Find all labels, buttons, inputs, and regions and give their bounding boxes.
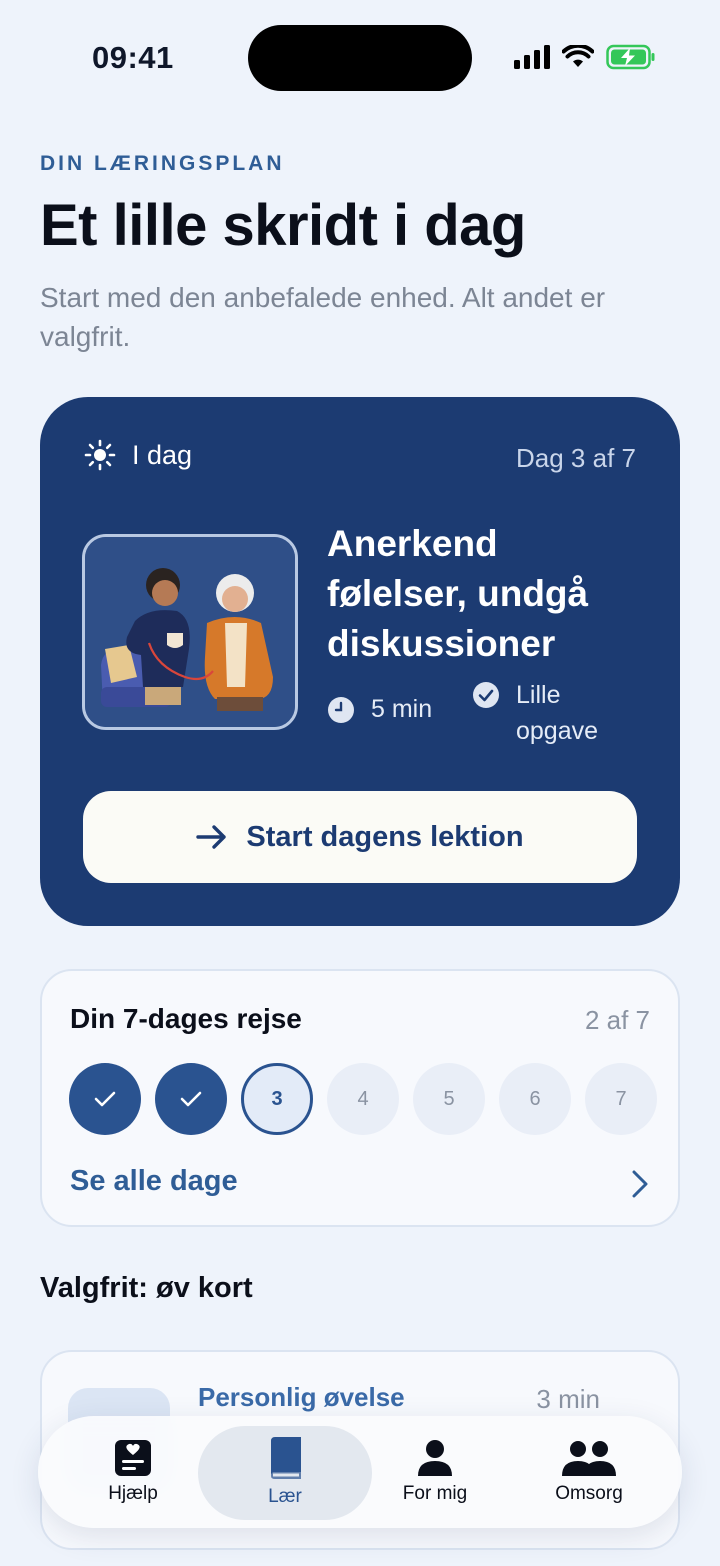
day-4[interactable]: 4 xyxy=(327,1063,399,1135)
dynamic-island xyxy=(248,25,472,91)
day-3-current[interactable]: 3 xyxy=(241,1063,313,1135)
practice-title: Personlig øvelse xyxy=(198,1382,405,1412)
checkmark-icon xyxy=(94,1091,116,1107)
day-2-done[interactable] xyxy=(155,1063,227,1135)
optional-heading: Valgfrit: øv kort xyxy=(40,1272,253,1304)
lesson-task: Lille opgave xyxy=(472,677,636,749)
lesson-title: Anerkend følelser, undgå diskussioner xyxy=(327,523,589,664)
tab-care[interactable]: Omsorg xyxy=(542,1416,636,1528)
lesson-task-text: Lille opgave xyxy=(516,681,599,745)
day-counter: Dag 3 af 7 xyxy=(516,443,636,473)
arrow-right-icon xyxy=(196,825,227,849)
see-all-days-link[interactable]: Se alle dage xyxy=(70,1165,238,1198)
tab-learn-label: Lær xyxy=(268,1486,302,1507)
book-icon xyxy=(271,1437,301,1479)
day-6[interactable]: 6 xyxy=(499,1063,571,1135)
page-subtitle: Start med den anbefalede enhed. Alt ande… xyxy=(40,282,606,352)
checkmark-icon xyxy=(180,1091,202,1107)
plan-eyebrow: DIN LÆRINGSPLAN xyxy=(40,152,285,175)
clock-icon xyxy=(328,696,354,723)
today-lesson-card[interactable]: I dag Dag 3 af 7 Anerkend følelser, undg… xyxy=(40,397,680,926)
day-7[interactable]: 7 xyxy=(585,1063,657,1135)
start-lesson-button[interactable]: Start dagens lektion xyxy=(83,791,637,883)
day-5[interactable]: 5 xyxy=(413,1063,485,1135)
check-circle-icon xyxy=(473,682,499,708)
tab-bar: Hjælp Lær For mig Omsorg xyxy=(38,1416,682,1528)
today-label: I dag xyxy=(132,439,193,470)
status-time: 09:41 xyxy=(92,40,174,75)
day-1-done[interactable] xyxy=(69,1063,141,1135)
tab-help[interactable]: Hjælp xyxy=(90,1416,176,1528)
start-lesson-label: Start dagens lektion xyxy=(246,820,524,853)
cellular-signal-icon xyxy=(514,45,550,69)
journey-card: Din 7-dages rejse 2 af 7 3 4 5 6 7 Se al… xyxy=(40,969,680,1227)
chevron-right-icon[interactable] xyxy=(630,1169,650,1199)
lesson-duration-text: 5 min xyxy=(371,695,433,723)
lesson-duration: 5 min xyxy=(327,695,432,724)
lesson-illustration xyxy=(82,534,298,730)
person-icon xyxy=(418,1440,452,1476)
journey-progress: 2 af 7 xyxy=(584,1005,650,1035)
today-label-row: I dag xyxy=(84,439,192,471)
practice-duration: 3 min xyxy=(536,1384,600,1414)
help-card-icon xyxy=(115,1440,151,1476)
tab-for-me[interactable]: For mig xyxy=(388,1416,482,1528)
tab-help-label: Hjælp xyxy=(108,1483,158,1504)
tab-learn[interactable]: Lær xyxy=(238,1416,332,1528)
journey-title: Din 7-dages rejse xyxy=(70,1003,302,1034)
people-icon xyxy=(562,1441,616,1476)
tab-for-me-label: For mig xyxy=(402,1483,468,1504)
sun-icon xyxy=(84,439,116,471)
battery-charging-icon xyxy=(606,44,655,70)
wifi-icon xyxy=(562,45,594,67)
status-bar: 09:41 xyxy=(0,0,720,110)
tab-care-label: Omsorg xyxy=(555,1483,623,1504)
status-icons xyxy=(514,44,656,70)
page-title: Et lille skridt i dag xyxy=(40,193,526,258)
days-row: 3 4 5 6 7 xyxy=(69,1063,657,1135)
